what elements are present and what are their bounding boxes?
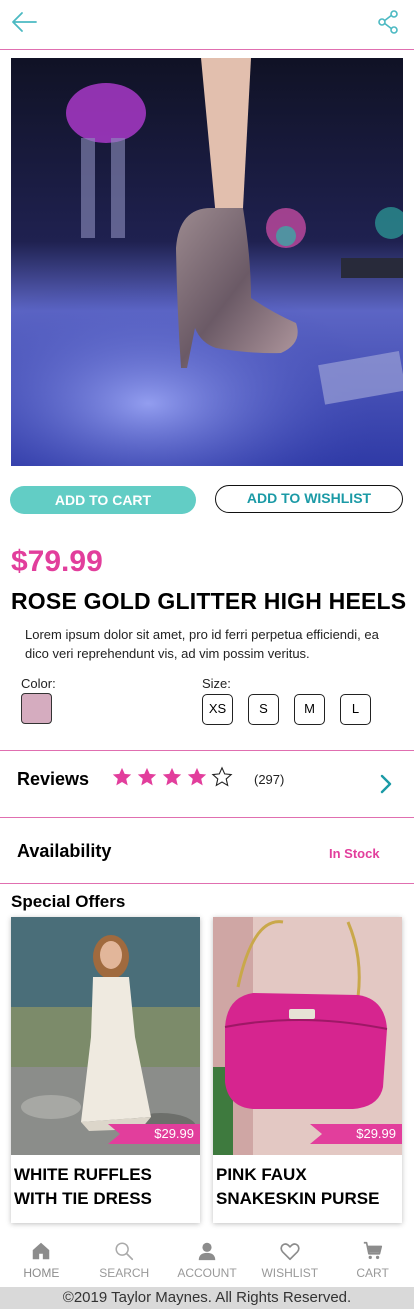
copyright: ©2019 Taylor Maynes. All Rights Reserved… <box>0 1287 414 1309</box>
size-option-l[interactable]: L <box>340 694 371 725</box>
nav-cart-label: CART <box>356 1266 389 1280</box>
offer-name-line: WHITE RUFFLES <box>14 1165 152 1184</box>
home-icon <box>33 1242 50 1260</box>
offer-price-tag: $29.99 <box>108 1124 200 1144</box>
availability-label: Availability <box>17 841 112 861</box>
reviews-label: Reviews <box>17 769 90 789</box>
divider <box>0 883 414 884</box>
nav-cart[interactable]: CART <box>331 1236 414 1288</box>
offer-price-tag: $29.99 <box>310 1124 402 1144</box>
nav-account-label: ACCOUNT <box>177 1266 237 1280</box>
star-rating[interactable] <box>111 766 233 794</box>
nav-home-label: HOME <box>23 1266 60 1280</box>
share-icon[interactable] <box>376 9 400 35</box>
stock-status: In Stock <box>329 846 380 861</box>
cart-icon <box>363 1241 382 1260</box>
add-to-cart-button[interactable]: ADD TO CART <box>10 486 196 514</box>
size-option-s[interactable]: S <box>248 694 279 725</box>
nav-search-label: SEARCH <box>99 1266 150 1280</box>
offer-image <box>213 917 402 1155</box>
add-to-wishlist-button[interactable]: ADD TO WISHLIST <box>215 485 403 513</box>
nav-account[interactable]: ACCOUNT <box>166 1236 249 1288</box>
special-offers-heading: Special Offers <box>11 892 126 911</box>
size-option-xs[interactable]: XS <box>202 694 233 725</box>
star-filled-icon <box>112 767 132 786</box>
color-swatch[interactable] <box>21 693 52 724</box>
star-filled-icon <box>137 767 157 786</box>
nav-wishlist-label: WISHLIST <box>261 1266 319 1280</box>
product-title: ROSE GOLD GLITTER HIGH HEELS <box>11 588 407 614</box>
star-empty-icon <box>211 766 233 787</box>
offer-name-line: PINK FAUX <box>216 1165 307 1184</box>
size-label: Size: <box>202 676 231 691</box>
back-arrow-icon[interactable] <box>10 9 38 35</box>
heart-icon <box>280 1243 300 1261</box>
size-option-m[interactable]: M <box>294 694 325 725</box>
offer-card[interactable]: $29.99 WHITE RUFFLES WITH TIE DRESS <box>11 917 200 1223</box>
nav-home[interactable]: HOME <box>0 1236 83 1288</box>
offer-name-line: WITH TIE DRESS <box>14 1189 152 1208</box>
search-icon <box>115 1242 134 1261</box>
offer-image <box>11 917 200 1155</box>
bottom-nav: HOME SEARCH ACCOUNT WISHLIST CART <box>0 1236 414 1288</box>
product-description: Lorem ipsum dolor sit amet, pro id ferri… <box>25 627 379 661</box>
top-bar <box>0 0 414 50</box>
product-image <box>11 58 403 466</box>
color-label: Color: <box>21 676 56 691</box>
offer-name: WHITE RUFFLES WITH TIE DRESS <box>14 1163 198 1211</box>
product-price: $79.99 <box>11 545 103 578</box>
divider <box>0 750 414 751</box>
star-filled-icon <box>162 767 182 786</box>
offer-name: PINK FAUX SNAKESKIN PURSE <box>216 1163 400 1211</box>
star-filled-icon <box>187 767 207 786</box>
account-icon <box>198 1242 216 1261</box>
nav-wishlist[interactable]: WISHLIST <box>248 1236 331 1288</box>
nav-search[interactable]: SEARCH <box>83 1236 166 1288</box>
review-count: (297) <box>254 772 285 787</box>
divider <box>0 817 414 818</box>
chevron-right-icon[interactable] <box>378 773 394 795</box>
offer-card[interactable]: $29.99 PINK FAUX SNAKESKIN PURSE <box>213 917 402 1223</box>
offer-name-line: SNAKESKIN PURSE <box>216 1189 380 1208</box>
